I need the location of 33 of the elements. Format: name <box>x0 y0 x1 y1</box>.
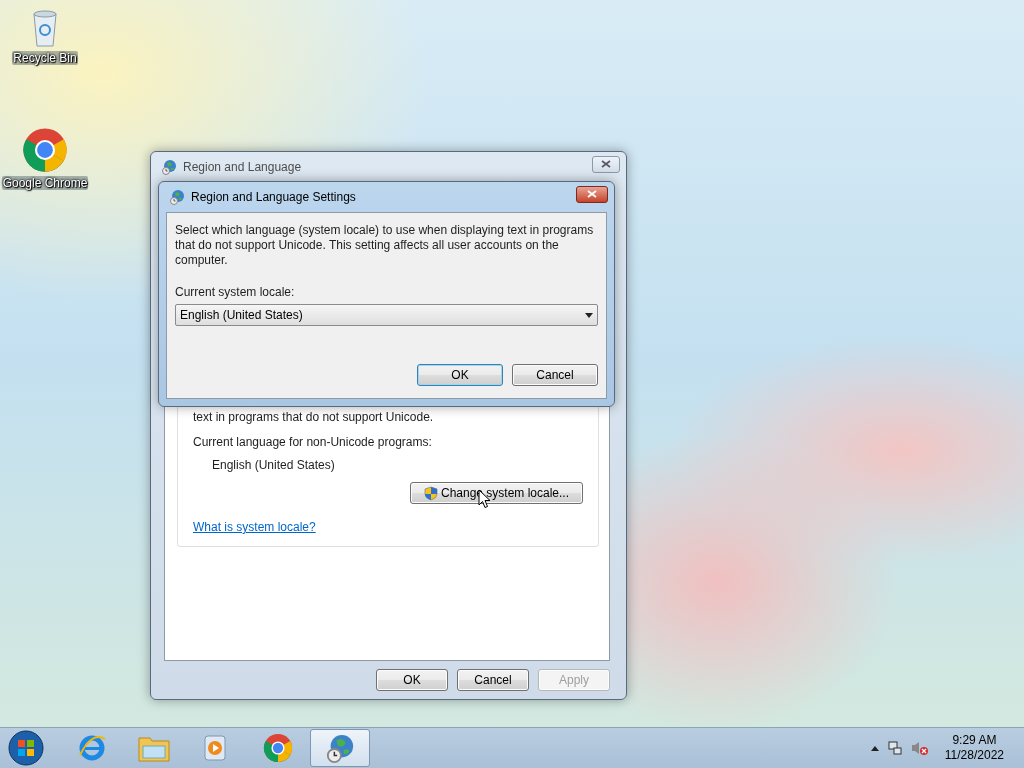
dropdown-arrow-icon <box>585 312 593 318</box>
clock[interactable]: 9:29 AM 11/28/2022 <box>944 733 1004 763</box>
up-arrow-icon[interactable] <box>870 745 879 751</box>
chrome-icon <box>263 733 293 763</box>
language-value: English (United States) <box>212 458 336 473</box>
description-text: text in programs that do not support Unicode. <box>193 410 435 425</box>
network-icon[interactable] <box>886 740 903 756</box>
help-link[interactable]: What is system locale? <box>193 520 316 534</box>
dialog-description: Select which language (system locale) to use when displaying text in programs that do not support Unicode. This setting affects all user accounts on the computer. <box>175 223 595 268</box>
globe-icon <box>161 159 177 175</box>
dialog-button[interactable]: Cancel <box>512 364 598 386</box>
dialog-button[interactable]: Cancel <box>457 669 529 691</box>
close-button[interactable] <box>592 155 620 173</box>
dialog-button[interactable]: OK <box>376 669 448 691</box>
window-title: Region and Language <box>183 160 303 174</box>
e-logo-icon <box>77 733 107 763</box>
locale-label: Current system locale: <box>175 285 296 300</box>
chrome-icon <box>22 127 68 173</box>
shield-icon <box>423 485 438 501</box>
taskbar-button[interactable] <box>310 729 370 767</box>
globe-clock-icon <box>325 733 355 763</box>
language-label: Current language for non-Unicode programs: <box>193 435 433 450</box>
dialog-button[interactable]: OK <box>417 364 503 386</box>
muted-speaker-icon[interactable] <box>910 740 929 756</box>
locale-dropdown[interactable]: English (United States) <box>175 304 598 326</box>
close-icon <box>601 160 611 168</box>
globe-icon <box>169 189 185 205</box>
folder-icon <box>138 734 170 762</box>
close-icon <box>587 190 597 198</box>
windows-orb-icon <box>8 730 44 766</box>
dialog-title: Region and Language Settings <box>191 190 357 204</box>
play-icon <box>203 734 229 762</box>
close-button[interactable] <box>576 185 608 203</box>
